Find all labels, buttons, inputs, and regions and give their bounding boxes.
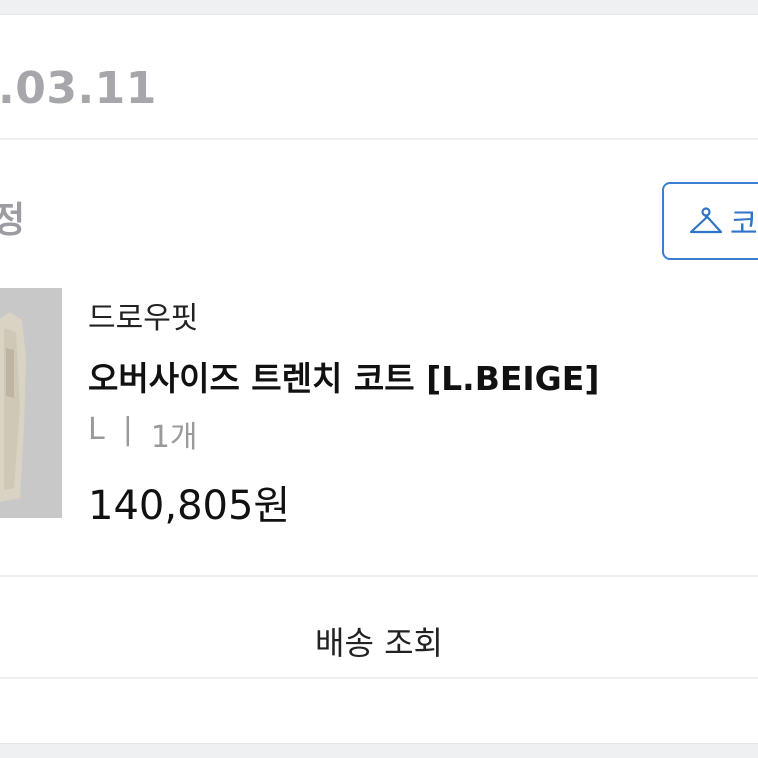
product-option: L | 1개 <box>88 412 198 456</box>
option-quantity: 1개 <box>150 420 198 455</box>
brand-name[interactable]: 드로우핏 <box>88 293 198 337</box>
order-date: .03.11 <box>0 63 157 114</box>
option-size: L <box>88 412 105 447</box>
option-separator: | <box>122 412 133 447</box>
outfit-button[interactable]: 코 <box>662 182 758 260</box>
product-price: 140,805원 <box>88 483 291 529</box>
order-status: 정 <box>0 200 26 241</box>
hanger-icon <box>688 206 724 236</box>
product-thumbnail[interactable] <box>0 288 62 518</box>
outfit-button-label: 코 <box>730 207 758 242</box>
product-name[interactable]: 오버사이즈 트렌치 코트 [L.BEIGE] <box>88 352 599 400</box>
track-delivery-label: 배송 조회 <box>315 624 443 662</box>
bottom-divider <box>0 677 758 679</box>
track-delivery-button[interactable]: 배송 조회 <box>0 591 758 691</box>
order-card: .03.11 정 코 드로우핏 오버사이즈 트렌치 코트 [L.BEIGE] L… <box>0 14 758 744</box>
product-divider <box>0 575 758 577</box>
date-divider <box>0 138 758 140</box>
